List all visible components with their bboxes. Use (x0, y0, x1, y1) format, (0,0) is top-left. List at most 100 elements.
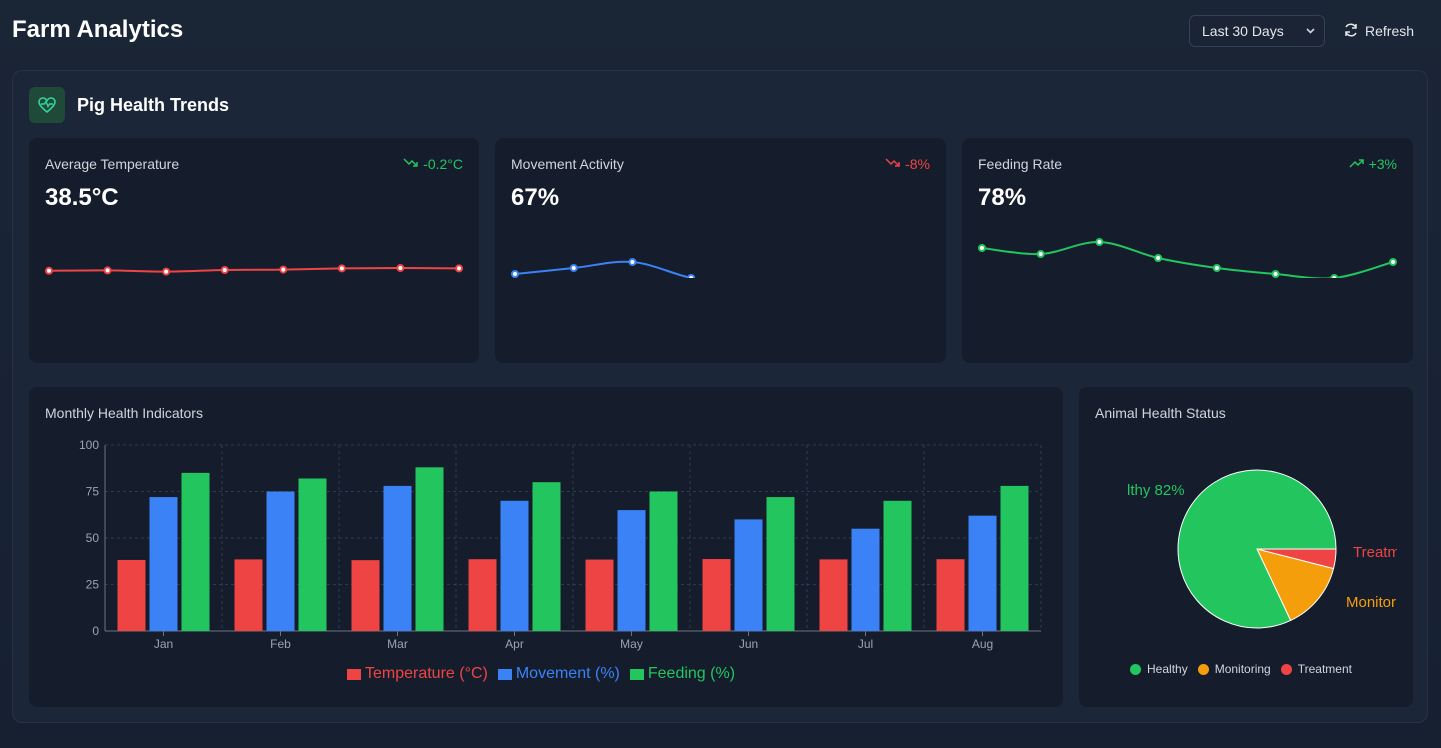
metric-card-feeding: Feeding Rate +3% 78% (962, 138, 1413, 363)
legend-label: Temperature (°C) (364, 665, 488, 682)
bar (468, 559, 497, 631)
sparkline-point (279, 265, 288, 274)
health-status-card: Animal Health Status lthy 82% Monitoring T… (1079, 387, 1413, 707)
pie-chart-legend: Healthy Monitoring Treatment (1079, 662, 1413, 676)
bar (649, 491, 678, 631)
sparkline-point (337, 264, 346, 273)
sparkline-point (978, 244, 986, 252)
trend-value: -8% (905, 156, 930, 172)
bar (149, 497, 178, 631)
page-title: Farm Analytics (12, 16, 184, 43)
trend-value: -0.2°C (423, 156, 463, 172)
bar (351, 560, 380, 631)
legend-label: Feeding (%) (647, 665, 736, 682)
bar (532, 482, 561, 631)
bar (383, 485, 412, 631)
legend-item[interactable]: Feeding (%) (629, 665, 736, 683)
bar-chart: 0 25 50 75 100 Jan Feb Mar Apr May Jun Jul Aug (79, 438, 1042, 651)
legend-item[interactable]: Movement (%) (497, 665, 620, 683)
legend-swatch (1130, 663, 1142, 675)
date-range-value: Last 30 Days (1202, 23, 1284, 39)
y-tick-label: 100 (79, 438, 99, 452)
metric-label: Feeding Rate (978, 156, 1063, 172)
movement-sparkline (511, 258, 697, 278)
sparkline-point (396, 264, 405, 272)
sparkline-path (981, 240, 1394, 278)
legend-swatch (346, 668, 361, 680)
bar-chart-legend: Temperature (°C) Movement (%) Feeding (%) (29, 665, 1063, 683)
bar (968, 515, 997, 631)
x-tick-label: Jun (739, 637, 758, 651)
sparkline-point (1036, 250, 1045, 258)
y-tick-label: 25 (86, 578, 100, 592)
x-tick-label: Apr (505, 637, 524, 651)
sparkline-point (1095, 238, 1104, 246)
sparkline-point (1389, 258, 1397, 266)
bar (298, 478, 327, 631)
chevron-down-icon (1305, 16, 1316, 58)
trend-value: +3% (1368, 156, 1397, 172)
temperature-sparkline (45, 264, 463, 276)
bar (1000, 485, 1029, 631)
legend-item[interactable]: Temperature (°C) (346, 665, 488, 683)
card-title: Monthly Health Indicators (45, 405, 203, 421)
legend-label: Treatment (1297, 662, 1352, 676)
trend-indicator: +3% (1349, 156, 1397, 172)
sparkline-point (1154, 254, 1163, 262)
legend-label: Monitoring (1214, 662, 1271, 676)
date-range-select[interactable]: Last 30 Days (1189, 15, 1325, 47)
x-tick-label: Mar (387, 637, 408, 651)
metric-card-temperature: Average Temperature -0.2°C 38.5°C (29, 138, 479, 363)
metric-value: 78% (978, 184, 1027, 211)
sparkline-point (103, 266, 112, 275)
header: Farm Analytics Last 30 Days Refresh (0, 0, 1441, 62)
trending-down-icon (403, 156, 419, 172)
metric-card-movement: Movement Activity -8% 67% (495, 138, 946, 363)
bar (819, 559, 848, 631)
trending-down-icon (885, 156, 901, 172)
heart-pulse-icon (29, 87, 65, 123)
pie-label: Treatm (1353, 544, 1397, 561)
legend-swatch (1197, 663, 1209, 675)
bar (851, 528, 880, 631)
y-tick-label: 75 (86, 485, 100, 499)
x-tick-label: Feb (270, 637, 291, 651)
sparkline-point (455, 264, 463, 273)
feeding-sparkline (978, 238, 1397, 278)
y-tick-label: 50 (86, 531, 100, 545)
sparkline-point (511, 270, 519, 278)
metric-label: Movement Activity (511, 156, 624, 172)
panel-title: Pig Health Trends (77, 95, 230, 115)
legend-label: Movement (%) (515, 665, 620, 682)
x-tick-label: May (620, 637, 643, 651)
pig-health-panel: Pig Health Trends Average Temperature -0… (12, 70, 1428, 723)
monthly-indicators-card: Monthly Health Indicators 0 25 50 75 100 Jan F… (29, 387, 1063, 707)
refresh-icon (1343, 22, 1359, 41)
legend-swatch (1280, 663, 1292, 675)
sparkline-point (1330, 274, 1339, 278)
legend-label: Healthy (1147, 662, 1188, 676)
sparkline-point (628, 258, 637, 266)
refresh-button[interactable]: Refresh (1343, 20, 1414, 42)
bar (500, 500, 529, 631)
legend-swatch (497, 668, 512, 680)
bar (415, 467, 444, 631)
bar (936, 559, 965, 631)
legend-item[interactable]: Monitoring (1197, 662, 1271, 676)
bar (585, 559, 614, 631)
sparkline-point (1271, 270, 1280, 278)
bar (883, 500, 912, 631)
pie-chart: lthy 82% Monitoring Treatm (1127, 469, 1397, 629)
bar (617, 510, 646, 631)
y-tick-label: 0 (92, 624, 99, 638)
trending-up-icon (1349, 156, 1365, 172)
bar (266, 491, 295, 631)
legend-item[interactable]: Treatment (1280, 662, 1352, 676)
pie-label: Monitoring (1346, 594, 1397, 611)
pie-label: lthy 82% (1127, 482, 1185, 499)
bar (181, 472, 210, 631)
sparkline-point (569, 264, 578, 272)
metric-value: 38.5°C (45, 184, 119, 211)
bar (117, 559, 146, 631)
legend-item[interactable]: Healthy (1130, 662, 1188, 676)
